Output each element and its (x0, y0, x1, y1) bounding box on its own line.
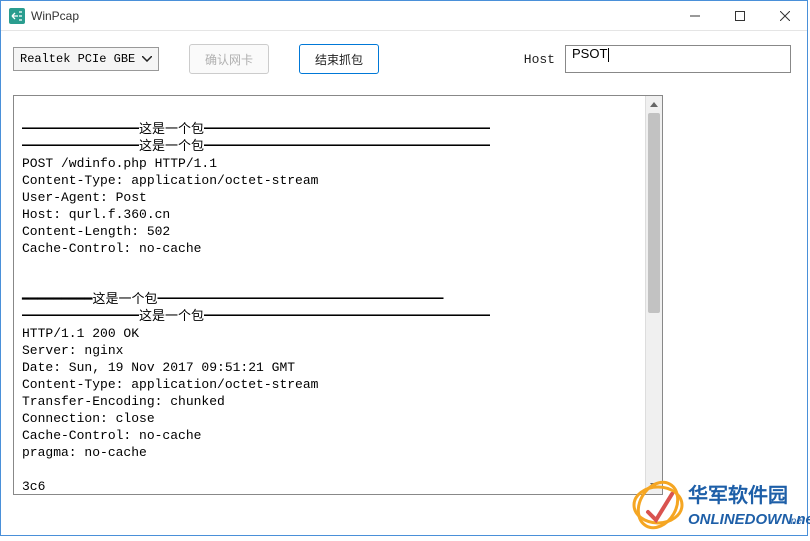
capture-output: ━━━━━━━━━这是一个包━━━━━━━━━━━━━━━━━━━━━━ ━━━… (13, 95, 663, 495)
stop-capture-button[interactable]: 结束抓包 (299, 44, 379, 74)
adapter-select[interactable]: Realtek PCIe GBE (13, 47, 159, 71)
content-area: ━━━━━━━━━这是一个包━━━━━━━━━━━━━━━━━━━━━━ ━━━… (1, 87, 807, 535)
svg-text:.net: .net (788, 516, 806, 527)
toolbar: Realtek PCIe GBE 确认网卡 结束抓包 Host PSOT (1, 31, 807, 87)
confirm-adapter-button: 确认网卡 (189, 44, 269, 74)
confirm-adapter-label: 确认网卡 (205, 51, 253, 68)
scroll-thumb[interactable] (648, 113, 660, 313)
adapter-select-text: Realtek PCIe GBE (20, 52, 140, 66)
scroll-track[interactable] (646, 113, 662, 477)
watermark-logo: 华军软件园 ONLINEDOWN.net .net (630, 472, 810, 538)
close-button[interactable] (762, 1, 807, 30)
watermark-text-1: 华军软件园 (688, 483, 788, 507)
capture-text[interactable]: ━━━━━━━━━这是一个包━━━━━━━━━━━━━━━━━━━━━━ ━━━… (14, 96, 645, 494)
app-window: WinPcap Realtek PCIe GBE 确认网卡 结束抓包 Host (0, 0, 808, 536)
titlebar: WinPcap (1, 1, 807, 31)
scrollbar[interactable] (645, 96, 662, 494)
scroll-up-button[interactable] (646, 96, 662, 113)
app-icon (9, 8, 25, 24)
host-input[interactable]: PSOT (565, 45, 791, 73)
window-title: WinPcap (31, 9, 672, 23)
stop-capture-label: 结束抓包 (315, 51, 363, 68)
chevron-down-icon (140, 52, 154, 66)
window-controls (672, 1, 807, 30)
maximize-button[interactable] (717, 1, 762, 30)
minimize-button[interactable] (672, 1, 717, 30)
host-label: Host (524, 52, 555, 67)
